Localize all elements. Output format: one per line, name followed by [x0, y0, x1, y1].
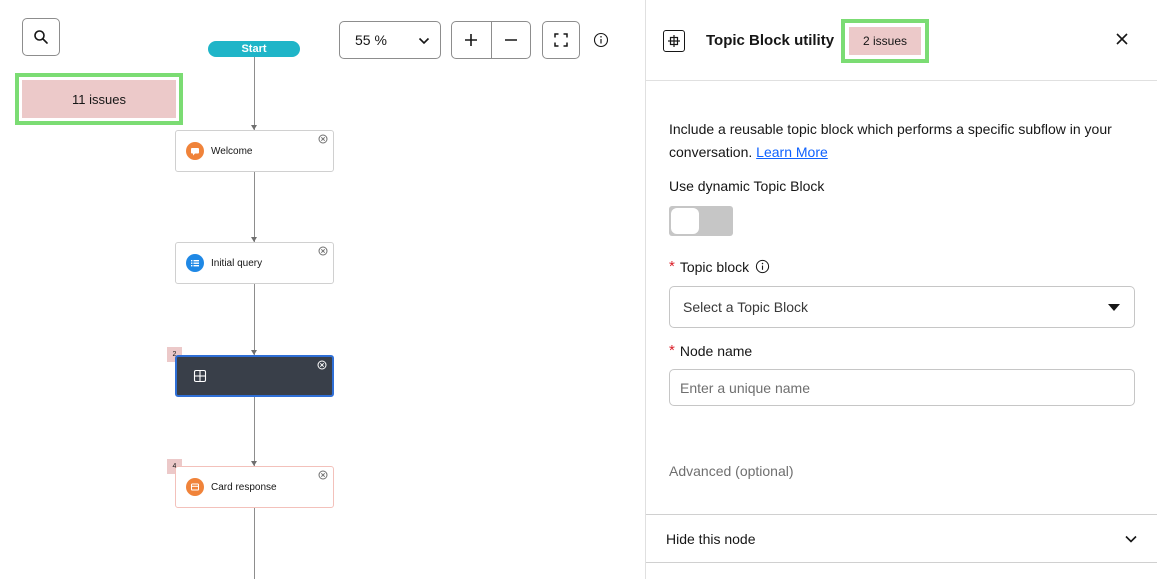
caret-down-icon: [1108, 304, 1120, 311]
remove-node-icon[interactable]: [318, 246, 328, 256]
node-settings-panel: Topic Block utility 2 issues Include a r…: [645, 0, 1157, 579]
remove-node-icon[interactable]: [318, 134, 328, 144]
dynamic-topic-label: Use dynamic Topic Block: [669, 178, 825, 194]
hide-node-accordion[interactable]: Hide this node: [646, 514, 1157, 563]
topic-block-icon: [663, 30, 685, 52]
node-welcome[interactable]: Welcome: [175, 130, 334, 172]
panel-issues-highlight: 2 issues: [841, 19, 929, 63]
toggle-knob: [671, 208, 699, 234]
node-label: Card response: [211, 481, 277, 493]
node-topic-block[interactable]: [175, 355, 334, 397]
topic-block-select[interactable]: Select a Topic Block: [669, 286, 1135, 328]
advanced-options[interactable]: Advanced (optional): [669, 463, 794, 479]
connector-line: [254, 172, 255, 242]
node-name-label-text: Node name: [679, 342, 753, 359]
learn-more-link[interactable]: Learn More: [756, 144, 828, 160]
remove-node-icon[interactable]: [317, 360, 327, 370]
close-icon[interactable]: [1113, 30, 1131, 48]
connector-line: [254, 396, 255, 466]
node-initial-query[interactable]: Initial query: [175, 242, 334, 284]
zoom-buttons: [451, 21, 531, 59]
dynamic-topic-toggle[interactable]: [669, 206, 733, 236]
fit-to-screen-button[interactable]: [542, 21, 580, 59]
search-button[interactable]: [22, 18, 60, 56]
panel-header: Topic Block utility 2 issues: [646, 0, 1157, 81]
search-icon: [34, 30, 48, 44]
topic-block-label-text: Topic block: [679, 258, 750, 275]
card-icon: [186, 478, 204, 496]
chat-icon: [186, 142, 204, 160]
info-icon[interactable]: [593, 32, 609, 48]
required-mark: *: [669, 342, 675, 359]
list-icon: [186, 254, 204, 272]
connector-line: [254, 284, 255, 355]
node-label: Welcome: [211, 145, 253, 157]
minus-icon: [504, 39, 517, 41]
panel-title: Topic Block utility: [706, 32, 835, 49]
panel-issues-badge[interactable]: 2 issues: [849, 27, 921, 55]
zoom-value: 55 %: [355, 32, 387, 48]
panel-description: Include a reusable topic block which per…: [669, 118, 1144, 164]
topic-block-label: * Topic block: [669, 258, 770, 275]
node-name-input[interactable]: [669, 369, 1135, 406]
node-name-label: * Node name: [669, 342, 752, 359]
panel-body: Include a reusable topic block which per…: [646, 82, 1157, 514]
zoom-out-button[interactable]: [490, 22, 531, 58]
start-node[interactable]: Start: [208, 41, 300, 57]
chevron-down-icon: [1125, 535, 1137, 543]
fit-screen-icon: [554, 33, 568, 47]
topic-block-icon: [193, 369, 207, 383]
chevron-down-icon: [418, 37, 430, 45]
canvas-issues-badge[interactable]: 11 issues: [22, 80, 176, 118]
connector-line: [254, 57, 255, 130]
connector-line: [254, 508, 255, 579]
topic-block-placeholder: Select a Topic Block: [683, 299, 809, 315]
required-mark: *: [669, 258, 675, 275]
canvas-issues-highlight: 11 issues: [15, 73, 183, 125]
plus-icon: [465, 34, 478, 46]
info-icon[interactable]: [755, 259, 770, 274]
hide-node-label: Hide this node: [666, 530, 756, 547]
node-card-response[interactable]: Card response: [175, 466, 334, 508]
node-label: Initial query: [211, 257, 263, 269]
flow-canvas[interactable]: 11 issues Start Welcome Initial query 2: [0, 0, 645, 579]
remove-node-icon[interactable]: [318, 470, 328, 480]
zoom-select[interactable]: 55 %: [339, 21, 441, 59]
zoom-in-button[interactable]: [452, 22, 491, 58]
description-text: Include a reusable topic block which per…: [669, 121, 1112, 160]
